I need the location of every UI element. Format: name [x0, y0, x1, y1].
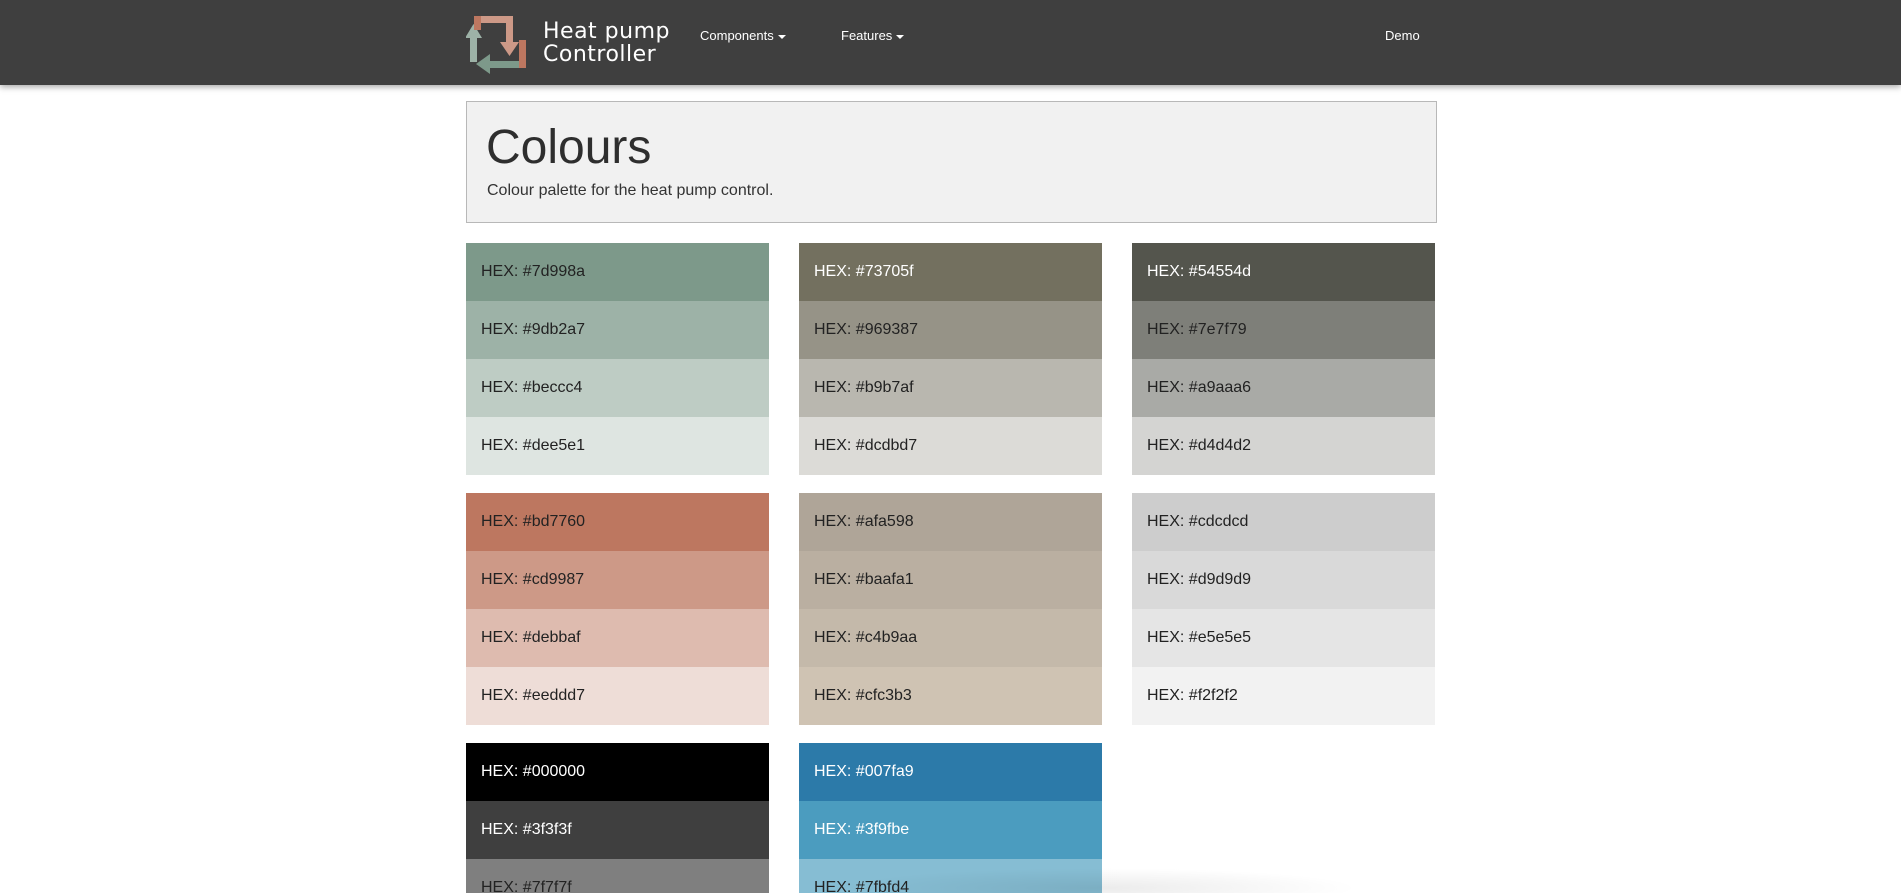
colour-swatch[interactable]: HEX: #54554d — [1132, 243, 1435, 301]
colour-swatch[interactable]: HEX: #dee5e1 — [466, 417, 769, 475]
colour-swatch[interactable]: HEX: #9db2a7 — [466, 301, 769, 359]
brand-line-2: Controller — [543, 42, 657, 67]
brand-link[interactable]: Heat pump Controller — [466, 12, 670, 74]
nav-components-dropdown[interactable]: Components — [700, 27, 786, 45]
colour-swatch[interactable]: HEX: #bd7760 — [466, 493, 769, 551]
colour-swatch[interactable]: HEX: #000000 — [466, 743, 769, 801]
recycle-arrows-logo-icon — [466, 16, 526, 74]
colour-swatch[interactable]: HEX: #dcdbd7 — [799, 417, 1102, 475]
colour-swatch[interactable]: HEX: #debbaf — [466, 609, 769, 667]
palette-group: HEX: #bd7760 HEX: #cd9987 HEX: #debbaf HEX:… — [466, 493, 769, 725]
brand-line-1: Heat pump — [543, 19, 670, 44]
nav-demo-label: Demo — [1385, 28, 1420, 43]
colour-swatch[interactable]: HEX: #007fa9 — [799, 743, 1102, 801]
colour-swatch[interactable]: HEX: #cd9987 — [466, 551, 769, 609]
colour-swatch[interactable]: HEX: #3f9fbe — [799, 801, 1102, 859]
colour-swatch[interactable]: HEX: #b9b7af — [799, 359, 1102, 417]
colour-swatch[interactable]: HEX: #d9d9d9 — [1132, 551, 1435, 609]
colour-swatch[interactable]: HEX: #afa598 — [799, 493, 1102, 551]
colour-swatch[interactable]: HEX: #a9aaa6 — [1132, 359, 1435, 417]
palette-group: HEX: #73705f HEX: #969387 HEX: #b9b7af HEX:… — [799, 243, 1102, 475]
colour-swatch[interactable]: HEX: #beccc4 — [466, 359, 769, 417]
brand-title: Heat pump Controller — [543, 20, 670, 66]
colour-swatch[interactable]: HEX: #3f3f3f — [466, 801, 769, 859]
caret-down-icon — [777, 35, 786, 39]
colour-swatch[interactable]: HEX: #7e7f79 — [1132, 301, 1435, 359]
colour-swatch[interactable]: HEX: #baafa1 — [799, 551, 1102, 609]
colour-swatch[interactable]: HEX: #f2f2f2 — [1132, 667, 1435, 725]
colour-swatch[interactable]: HEX: #7f7f7f — [466, 859, 769, 893]
nav-demo-link[interactable]: Demo — [1385, 27, 1420, 45]
palette-group: HEX: #000000 HEX: #3f3f3f HEX: #7f7f7f — [466, 743, 769, 893]
colour-swatch[interactable]: HEX: #73705f — [799, 243, 1102, 301]
page-header-panel: Colours Colour palette for the heat pump… — [466, 101, 1437, 223]
colour-swatch[interactable]: HEX: #7fbfd4 — [799, 859, 1102, 893]
page-title: Colours — [486, 121, 652, 174]
colour-swatch[interactable]: HEX: #e5e5e5 — [1132, 609, 1435, 667]
nav-components-label: Components — [700, 28, 774, 43]
caret-down-icon — [896, 35, 905, 39]
palette-group: HEX: #007fa9 HEX: #3f9fbe HEX: #7fbfd4 — [799, 743, 1102, 893]
colour-swatch[interactable]: HEX: #7d998a — [466, 243, 769, 301]
nav-features-dropdown[interactable]: Features — [841, 27, 905, 45]
palette-group: HEX: #7d998a HEX: #9db2a7 HEX: #beccc4 HEX:… — [466, 243, 769, 475]
colour-swatch[interactable]: HEX: #eeddd7 — [466, 667, 769, 725]
colour-swatch[interactable]: HEX: #c4b9aa — [799, 609, 1102, 667]
colour-swatch[interactable]: HEX: #969387 — [799, 301, 1102, 359]
nav-features-label: Features — [841, 28, 893, 43]
colour-palette-grid: HEX: #7d998a HEX: #9db2a7 HEX: #beccc4 HEX:… — [466, 243, 1437, 893]
palette-group: HEX: #54554d HEX: #7e7f79 HEX: #a9aaa6 HEX:… — [1132, 243, 1435, 475]
page-description: Colour palette for the heat pump control… — [487, 182, 774, 199]
colour-swatch[interactable]: HEX: #d4d4d2 — [1132, 417, 1435, 475]
colour-swatch[interactable]: HEX: #cdcdcd — [1132, 493, 1435, 551]
colour-swatch[interactable]: HEX: #cfc3b3 — [799, 667, 1102, 725]
palette-group: HEX: #cdcdcd HEX: #d9d9d9 HEX: #e5e5e5 HEX:… — [1132, 493, 1435, 725]
top-navbar: Heat pump Controller Components Features… — [0, 0, 1901, 85]
palette-group: HEX: #afa598 HEX: #baafa1 HEX: #c4b9aa HEX:… — [799, 493, 1102, 725]
